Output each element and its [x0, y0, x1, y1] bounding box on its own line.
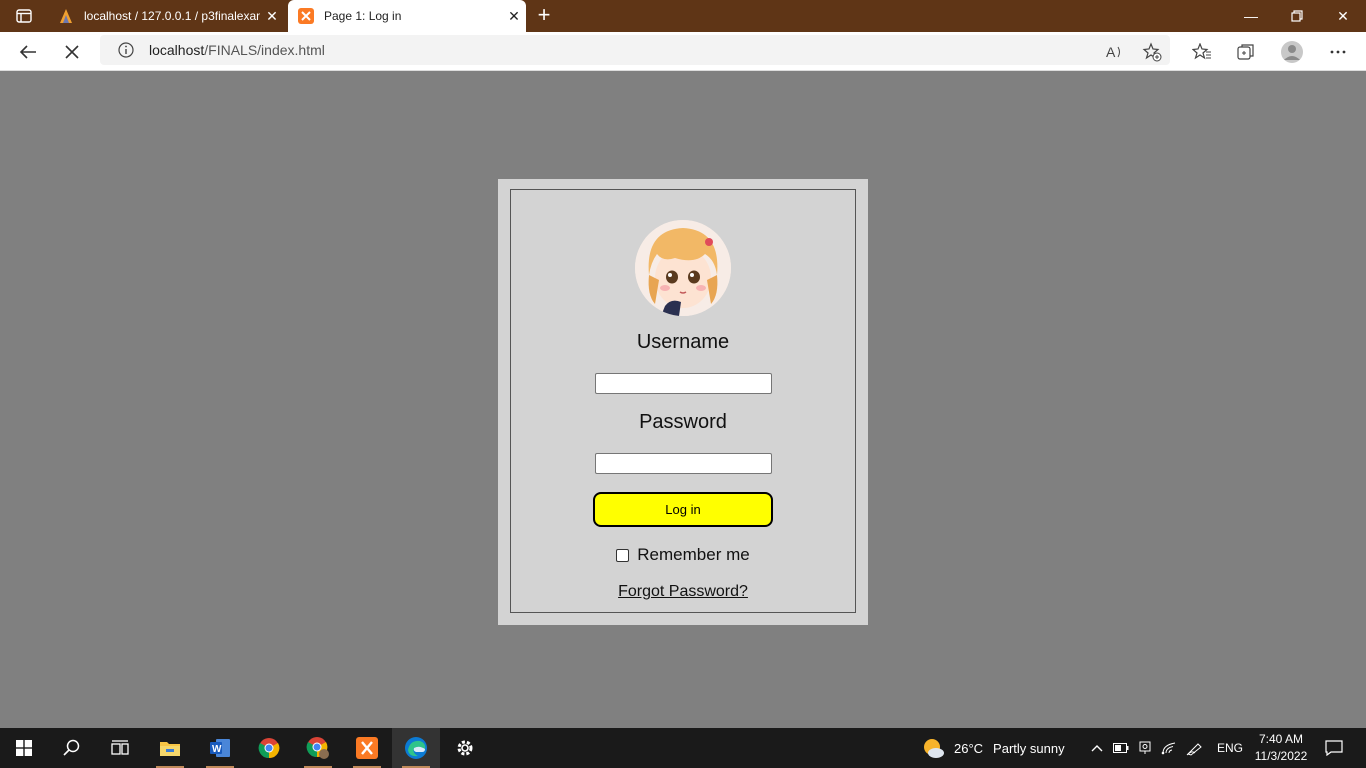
language-indicator[interactable]: ENG [1212, 728, 1248, 768]
search-icon[interactable] [48, 728, 96, 768]
wifi-icon[interactable] [1158, 728, 1180, 768]
read-aloud-icon[interactable]: A [1103, 40, 1127, 64]
url-host: localhost [149, 42, 205, 58]
tab-login[interactable]: Page 1: Log in ✕ [288, 0, 526, 32]
remember-me-label[interactable]: Remember me [637, 545, 749, 565]
svg-text:A: A [1106, 44, 1116, 60]
notifications-icon[interactable] [1320, 728, 1348, 768]
forgot-password-link[interactable]: Forgot Password? [511, 583, 855, 601]
remember-me-checkbox[interactable] [616, 548, 630, 562]
tab-title: Page 1: Log in [324, 9, 402, 23]
settings-icon[interactable] [441, 728, 489, 768]
new-tab-icon[interactable]: + [532, 4, 556, 28]
info-icon[interactable] [118, 42, 134, 58]
login-form: Username Password Log in Remember me For… [510, 189, 856, 613]
restore-icon[interactable] [1274, 0, 1320, 32]
avatar [635, 220, 731, 316]
svg-text:W: W [212, 744, 222, 755]
meet-now-icon[interactable] [1134, 728, 1156, 768]
close-window-icon[interactable]: ✕ [1320, 0, 1366, 32]
xampp-icon[interactable] [343, 728, 391, 768]
more-options-icon[interactable] [1326, 40, 1350, 64]
login-card: Username Password Log in Remember me For… [498, 179, 868, 625]
weather-widget[interactable]: 26°C Partly sunny [922, 728, 1065, 768]
password-input[interactable] [595, 453, 772, 474]
close-tab-icon[interactable]: ✕ [502, 8, 526, 25]
weather-temp: 26°C [954, 740, 984, 756]
browser-titlebar: localhost / 127.0.0.1 / p3finalexam ✕ Pa… [0, 0, 1366, 32]
back-arrow-icon[interactable] [12, 36, 44, 68]
tab-phpmyadmin[interactable]: localhost / 127.0.0.1 / p3finalexam ✕ [48, 0, 284, 32]
word-icon[interactable]: W [196, 728, 244, 768]
collections-icon[interactable] [1234, 40, 1258, 64]
task-view-icon[interactable] [96, 728, 144, 768]
chevron-up-icon[interactable] [1086, 728, 1108, 768]
stop-loading-icon[interactable] [56, 36, 88, 68]
partly-sunny-icon [924, 739, 944, 758]
address-toolbar: localhost/FINALS/index.html A [0, 32, 1366, 71]
close-tab-icon[interactable]: ✕ [260, 8, 284, 25]
tab-title: localhost / 127.0.0.1 / p3finalexam [84, 9, 260, 23]
pen-icon[interactable] [1182, 728, 1208, 768]
clock-time: 7:40 AM [1258, 732, 1304, 746]
phpmyadmin-icon [60, 9, 72, 23]
start-icon[interactable] [0, 728, 48, 768]
remember-me-row: Remember me [511, 545, 855, 565]
chrome-profile-icon[interactable] [294, 728, 342, 768]
username-input[interactable] [595, 373, 772, 394]
system-clock[interactable]: 7:40 AM 11/3/2022 [1250, 731, 1312, 765]
username-label: Username [636, 331, 730, 353]
minimize-icon[interactable]: — [1228, 0, 1274, 32]
favorites-icon[interactable] [1190, 40, 1214, 64]
address-bar[interactable]: localhost/FINALS/index.html [100, 35, 1170, 65]
edge-icon[interactable] [392, 728, 440, 768]
clock-date: 11/3/2022 [1254, 749, 1308, 763]
chrome-icon[interactable] [245, 728, 293, 768]
taskbar: W 26°C Partly sunny ENG 7:40 AM 11/3/202… [0, 728, 1366, 768]
tab-actions-icon[interactable] [10, 6, 38, 26]
login-button[interactable]: Log in [593, 492, 773, 527]
profile-avatar-icon[interactable] [1280, 40, 1304, 64]
url-path: /FINALS/index.html [204, 42, 325, 58]
xampp-icon [298, 8, 314, 24]
file-explorer-icon[interactable] [146, 728, 194, 768]
password-label: Password [639, 411, 727, 433]
add-favorite-icon[interactable] [1140, 40, 1164, 64]
battery-icon[interactable] [1110, 728, 1132, 768]
weather-condition: Partly sunny [993, 740, 1065, 756]
url-text[interactable]: localhost/FINALS/index.html [149, 42, 325, 58]
